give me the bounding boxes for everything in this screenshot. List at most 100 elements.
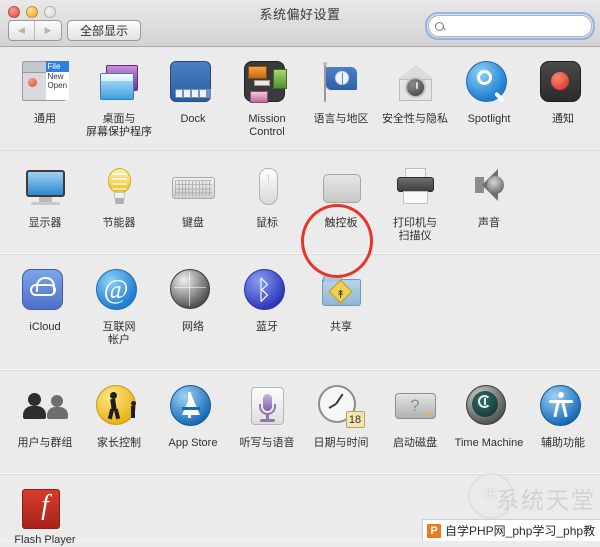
- pref-item-displays[interactable]: 显示器: [8, 161, 82, 248]
- pref-label: 家长控制: [97, 437, 141, 449]
- forward-button[interactable]: ▶: [35, 21, 61, 40]
- preference-row-personal: File New Open 通用 桌面与 屏幕保护程序 Dock Mission Con…: [0, 47, 600, 150]
- pref-label: 触控板: [324, 217, 358, 229]
- pref-label: Mission Control: [248, 113, 286, 138]
- pref-label: 安全性与隐私: [382, 113, 448, 125]
- pref-label: 日期与时间: [313, 437, 369, 449]
- search-container: [425, 12, 595, 40]
- pref-item-desktop-screensaver[interactable]: 桌面与 屏幕保护程序: [82, 57, 156, 144]
- pref-label: 声音: [478, 217, 500, 229]
- trackpad-icon: [318, 165, 365, 212]
- preferences-grid: File New Open 通用 桌面与 屏幕保护程序 Dock Mission Con…: [0, 47, 600, 546]
- pref-item-network[interactable]: 网络: [156, 265, 230, 364]
- watermark-bottom-bar: P 自学PHP网_php学习_php教: [422, 519, 600, 541]
- time-machine-icon: [465, 385, 513, 432]
- app-store-icon: [169, 385, 217, 432]
- pref-item-users-groups[interactable]: 用户与群组: [8, 381, 82, 468]
- pref-item-icloud[interactable]: iCloud: [8, 265, 82, 364]
- pref-item-printers-scanners[interactable]: 打印机与 扫描仪: [378, 161, 452, 248]
- search-input[interactable]: [448, 19, 578, 33]
- pref-label: 共享: [330, 321, 352, 333]
- show-all-button[interactable]: 全部显示: [67, 20, 142, 41]
- pref-item-parental-controls[interactable]: 家长控制: [82, 381, 156, 468]
- pref-label: 网络: [182, 321, 204, 333]
- pref-label: 辅助功能: [541, 437, 585, 449]
- desktop-screensaver-icon: [96, 61, 143, 108]
- pref-item-internet-accounts[interactable]: @ 互联网 帐户: [82, 265, 156, 364]
- internet-accounts-icon: @: [95, 269, 143, 316]
- pref-item-dock[interactable]: Dock: [156, 57, 230, 144]
- energy-saver-icon: [96, 165, 143, 212]
- language-region-icon: [318, 61, 365, 108]
- pref-item-keyboard[interactable]: 键盘: [156, 161, 230, 248]
- pref-item-security-privacy[interactable]: 安全性与隐私: [378, 57, 452, 144]
- users-groups-icon: [22, 385, 69, 432]
- pref-item-mouse[interactable]: 鼠标: [230, 161, 304, 248]
- pref-item-time-machine[interactable]: Time Machine: [452, 381, 526, 468]
- security-privacy-icon: [392, 61, 439, 108]
- preference-row-system: 用户与群组 家长控制 App Store 听写与语音 18 日期与时间 ? 启动…: [0, 370, 600, 474]
- pref-label: 听写与语音: [239, 437, 295, 449]
- pref-item-accessibility[interactable]: 辅助功能: [526, 381, 600, 468]
- pref-label: 键盘: [182, 217, 204, 229]
- accessibility-icon: [539, 385, 587, 432]
- pref-item-trackpad[interactable]: 触控板: [304, 161, 378, 248]
- pref-item-dictation-speech[interactable]: 听写与语音: [230, 381, 304, 468]
- watermark-bottom-text: 自学PHP网_php学习_php教: [445, 524, 596, 538]
- mission-control-icon: [243, 61, 291, 108]
- pref-item-app-store[interactable]: App Store: [156, 381, 230, 468]
- pref-label: Dock: [180, 113, 206, 125]
- flash-glyph: f: [41, 490, 49, 521]
- pref-item-bluetooth[interactable]: ᛒ 蓝牙: [230, 265, 304, 364]
- pref-label: 启动磁盘: [393, 437, 437, 449]
- displays-icon: [22, 165, 69, 212]
- keyboard-icon: [170, 165, 217, 212]
- navigation-buttons: ◀ ▶: [8, 20, 62, 41]
- pref-label: 通用: [34, 113, 56, 125]
- pref-label: 鼠标: [256, 217, 278, 229]
- window-titlebar: 系统偏好设置 ◀ ▶ 全部显示: [0, 0, 600, 47]
- search-field[interactable]: [428, 15, 592, 37]
- flash-player-icon: f: [21, 489, 69, 529]
- dictation-speech-icon: [244, 385, 291, 432]
- pref-label: 互联网 帐户: [102, 321, 136, 346]
- pref-item-date-time[interactable]: 18 日期与时间: [304, 381, 378, 468]
- pref-label: Spotlight: [467, 113, 511, 125]
- pref-item-flash-player[interactable]: f Flash Player: [8, 485, 82, 546]
- back-button[interactable]: ◀: [9, 21, 35, 40]
- pref-item-energy-saver[interactable]: 节能器: [82, 161, 156, 248]
- network-icon: [169, 269, 217, 316]
- pref-label: 桌面与 屏幕保护程序: [86, 113, 152, 138]
- calendar-day-badge: 18: [345, 411, 365, 428]
- spotlight-icon: [465, 61, 513, 108]
- pref-item-language-region[interactable]: 语言与地区: [304, 57, 378, 144]
- printers-scanners-icon: [392, 165, 439, 212]
- preference-row-hardware: 显示器 节能器 键盘 鼠标 触控板 打印机与 扫描仪 声音: [0, 150, 600, 254]
- pref-item-sound[interactable]: 声音: [452, 161, 526, 248]
- sound-icon: [466, 165, 513, 212]
- pref-item-spotlight[interactable]: Spotlight: [452, 57, 526, 144]
- preference-row-internet: iCloud @ 互联网 帐户 网络 ᛒ 蓝牙 ↟ 共享: [0, 254, 600, 370]
- startup-disk-icon: ?: [392, 385, 439, 432]
- pref-label: App Store: [168, 437, 218, 449]
- notifications-icon: [539, 61, 587, 108]
- pref-label: 语言与地区: [313, 113, 369, 125]
- mouse-icon: [244, 165, 291, 212]
- general-icon: File New Open: [21, 61, 69, 108]
- pref-item-sharing[interactable]: ↟ 共享: [304, 265, 378, 364]
- pref-item-mission-control[interactable]: Mission Control: [230, 57, 304, 144]
- pref-label: 打印机与 扫描仪: [393, 217, 437, 242]
- pref-item-notifications[interactable]: 通知: [526, 57, 600, 144]
- pref-item-general[interactable]: File New Open 通用: [8, 57, 82, 144]
- pref-label: iCloud: [29, 321, 61, 333]
- parental-controls-icon: [95, 385, 143, 432]
- sharing-icon: ↟: [318, 269, 365, 316]
- pref-label: 通知: [552, 113, 574, 125]
- pref-label: 用户与群组: [17, 437, 73, 449]
- pref-item-startup-disk[interactable]: ? 启动磁盘: [378, 381, 452, 468]
- icloud-icon: [21, 269, 69, 316]
- pref-label: Time Machine: [454, 437, 524, 449]
- watermark-p-logo: P: [427, 523, 441, 538]
- dock-icon: [169, 61, 217, 108]
- date-time-icon: 18: [317, 385, 365, 432]
